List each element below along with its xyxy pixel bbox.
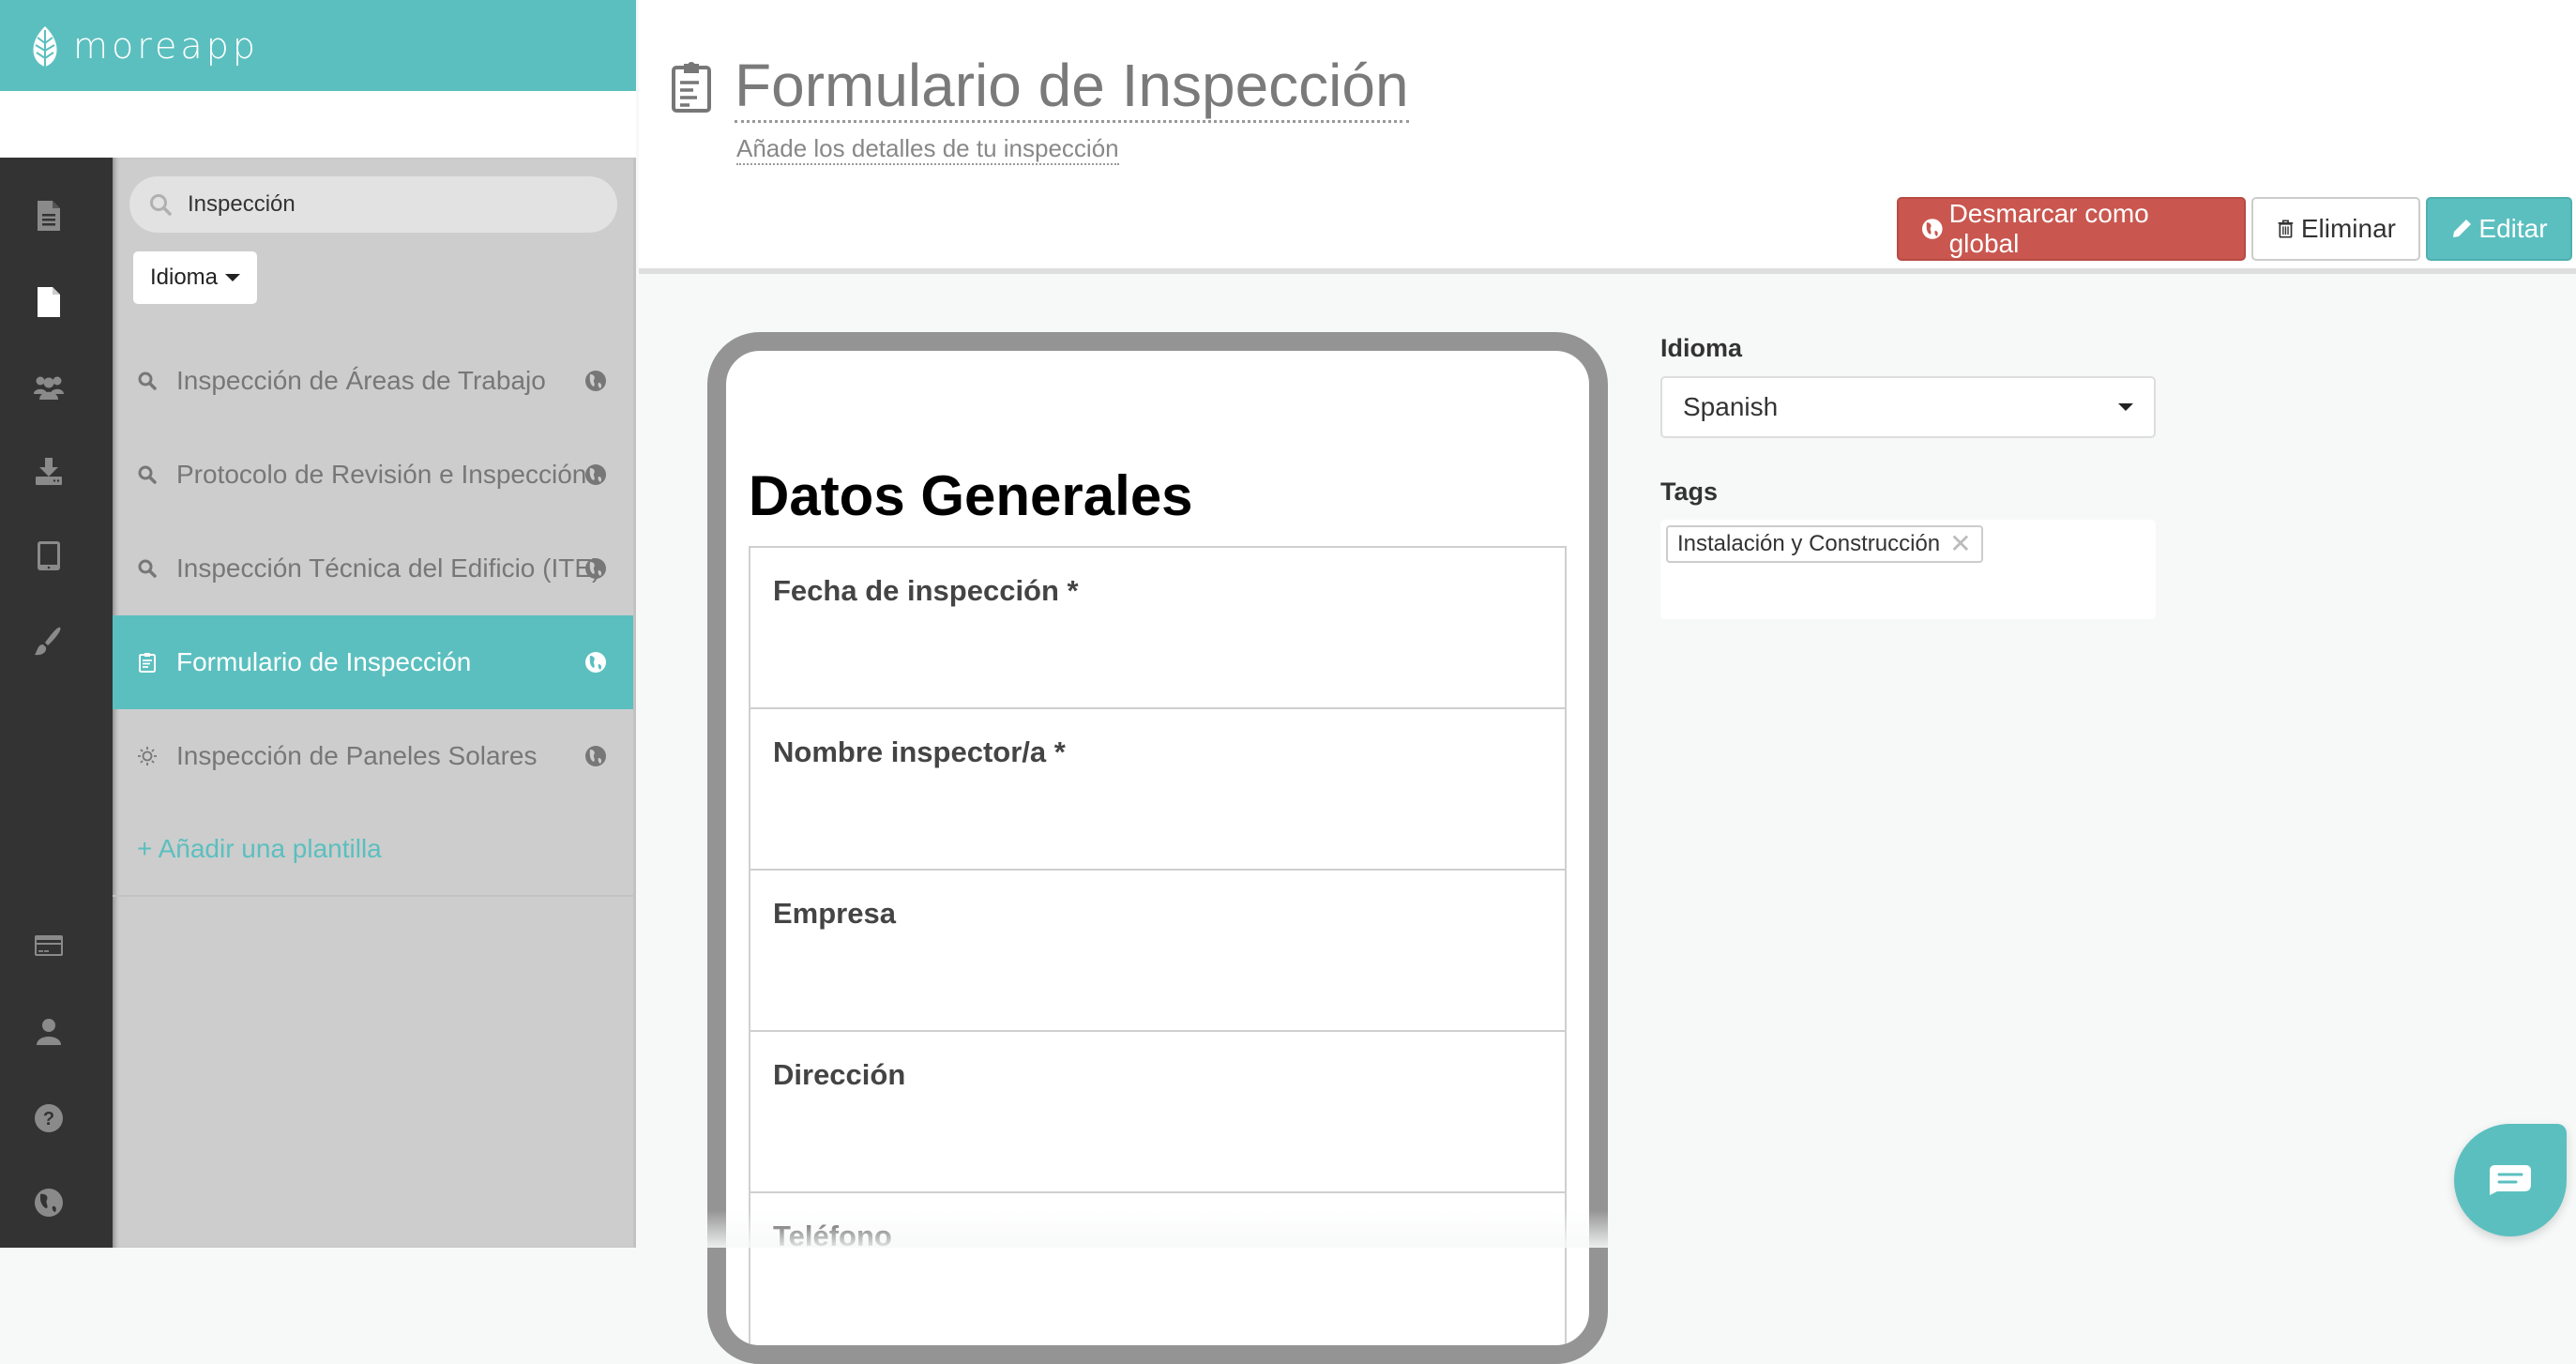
credit-card-icon [35, 935, 63, 956]
brand-name: moreapp [73, 24, 259, 67]
help-icon: ? [35, 1104, 63, 1132]
brand-spacer [0, 91, 636, 158]
page-title[interactable]: Formulario de Inspección [735, 53, 1409, 123]
rail-templates[interactable] [28, 281, 69, 323]
tags-input[interactable]: Instalación y Construcción ✕ [1660, 520, 2156, 619]
template-item-active[interactable]: Formulario de Inspección [113, 615, 633, 709]
template-search[interactable] [129, 176, 617, 233]
unmark-global-label: Desmarcar como global [1948, 199, 2149, 258]
templates-panel: Idioma Inspección de Áreas de Trabajo Pr… [113, 158, 636, 1248]
preview-field: Teléfono [750, 1193, 1565, 1345]
globe-icon [585, 746, 606, 766]
clipboard-icon [672, 62, 711, 113]
globe-icon [35, 1189, 63, 1217]
field-label: Teléfono [773, 1220, 892, 1252]
globe-icon [585, 464, 606, 485]
globe-icon [585, 371, 606, 391]
preview-field: Nombre inspector/a * [750, 709, 1565, 871]
preview-field: Dirección [750, 1032, 1565, 1193]
rail-language[interactable] [28, 1182, 69, 1223]
template-item[interactable]: Inspección Técnica del Edificio (ITE) [113, 522, 633, 615]
page-header: Formulario de Inspección Añade los detal… [639, 0, 2576, 274]
template-label: Formulario de Inspección [176, 647, 472, 676]
search-icon [138, 559, 157, 578]
pencil-icon [2453, 220, 2472, 237]
forms-icon [38, 201, 60, 231]
rail-branding[interactable] [28, 621, 69, 662]
caret-down-icon [225, 274, 241, 281]
template-item[interactable]: Protocolo de Revisión e Inspección [113, 428, 633, 522]
leaf-logo-icon [33, 25, 57, 67]
globe-icon [585, 558, 606, 579]
sun-icon [138, 747, 157, 765]
language-select[interactable]: Spanish [1660, 376, 2156, 438]
tablet-icon [38, 541, 60, 570]
globe-icon [585, 652, 606, 673]
template-properties: Idioma Spanish Tags Instalación y Constr… [1660, 334, 2158, 619]
rail-billing[interactable] [28, 925, 69, 966]
unmark-global-button[interactable]: Desmarcar como global [1897, 197, 2246, 261]
edit-button[interactable]: Editar [2426, 197, 2572, 261]
rail-devices[interactable] [28, 535, 69, 576]
download-tray-icon [36, 458, 62, 485]
rail-users[interactable] [28, 366, 69, 407]
field-label: Dirección [773, 1058, 906, 1091]
paintbrush-icon [35, 627, 61, 656]
template-item[interactable]: Inspección de Paneles Solares [113, 709, 633, 803]
template-label: Inspección Técnica del Edificio (ITE) [176, 553, 601, 583]
globe-icon [1921, 219, 1943, 239]
header-actions: Desmarcar como global Eliminar Editar [1897, 197, 2572, 261]
preview-field: Empresa [750, 871, 1565, 1032]
field-label: Nombre inspector/a * [773, 735, 1066, 768]
rail-forms[interactable] [28, 195, 69, 236]
rail-help[interactable]: ? [28, 1098, 69, 1139]
add-template-link[interactable]: + Añadir una plantilla [113, 803, 633, 897]
template-item[interactable]: Inspección de Áreas de Trabajo [113, 334, 633, 428]
template-list: Inspección de Áreas de Trabajo Protocolo… [113, 334, 633, 897]
chat-icon [2490, 1165, 2531, 1195]
tags-label: Tags [1660, 477, 1719, 506]
icon-rail: ? [0, 158, 113, 1248]
field-label: Fecha de inspección * [773, 574, 1079, 607]
template-label: Protocolo de Revisión e Inspección [176, 460, 587, 489]
preview-field: Fecha de inspección * [750, 548, 1565, 709]
tag-chip: Instalación y Construcción ✕ [1666, 525, 1983, 563]
language-select-value: Spanish [1683, 392, 1779, 421]
rail-submissions[interactable] [28, 450, 69, 492]
preview-section-title: Datos Generales [749, 464, 1193, 527]
template-label: Inspección de Paneles Solares [176, 741, 538, 770]
search-icon [138, 371, 157, 390]
delete-label: Eliminar [2300, 214, 2396, 243]
delete-button[interactable]: Eliminar [2251, 197, 2420, 261]
search-icon [138, 465, 157, 484]
trash-icon [2278, 220, 2294, 238]
templates-icon [38, 287, 60, 317]
caret-down-icon [2118, 403, 2133, 411]
rail-profile[interactable] [28, 1011, 69, 1053]
users-icon [34, 376, 64, 400]
title-row: Formulario de Inspección [671, 53, 1409, 123]
svg-text:?: ? [43, 1109, 54, 1129]
clipboard-icon [139, 653, 156, 673]
form-preview-phone: Datos Generales Fecha de inspección * No… [707, 332, 1608, 1364]
tag-label: Instalación y Construcción [1677, 531, 1941, 556]
page-subtitle[interactable]: Añade los detalles de tu inspección [736, 133, 1119, 165]
language-filter-dropdown[interactable]: Idioma [133, 251, 257, 304]
preview-form: Fecha de inspección * Nombre inspector/a… [749, 546, 1567, 1345]
search-icon [150, 194, 172, 216]
language-label: Idioma [1660, 334, 1743, 362]
field-label: Empresa [773, 897, 896, 930]
remove-tag-icon[interactable]: ✕ [1949, 531, 1971, 557]
brand-header: moreapp [0, 0, 636, 91]
search-input[interactable] [188, 191, 600, 218]
user-icon [37, 1019, 61, 1045]
edit-label: Editar [2478, 214, 2548, 243]
language-filter-label: Idioma [149, 265, 219, 290]
template-label: Inspección de Áreas de Trabajo [176, 366, 546, 395]
chat-launcher-button[interactable] [2454, 1124, 2567, 1236]
